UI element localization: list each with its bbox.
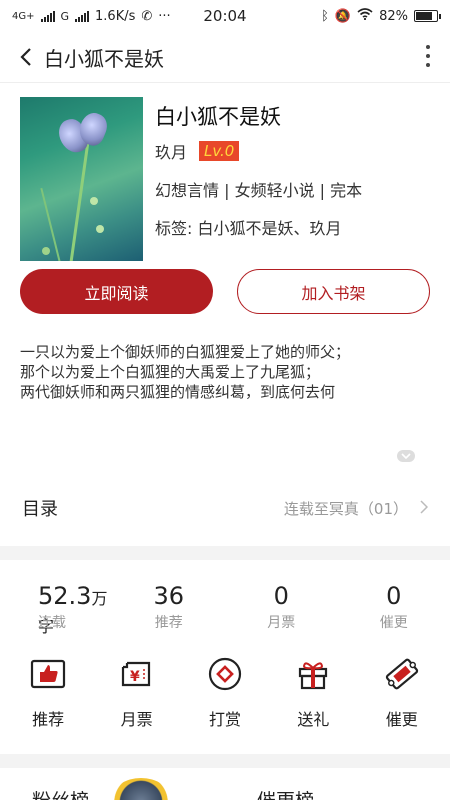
more-menu-icon[interactable] <box>426 45 430 67</box>
wifi-icon <box>357 8 373 24</box>
book-info: 白小狐不是妖 玖月 Lv.0 幻想言情 | 女频轻小说 | 完本 标签: 白小狐… <box>0 83 450 261</box>
stat-label: 连载 <box>38 615 66 631</box>
stat-value: 52.3 <box>38 582 92 610</box>
section-gap <box>0 546 450 560</box>
book-author[interactable]: 玖月 <box>155 139 187 163</box>
expand-chevron-icon[interactable] <box>397 450 415 462</box>
network-speed: 1.6K/s <box>95 8 136 24</box>
stat-words: 52.3万字 连载 <box>0 582 113 636</box>
book-description: 一只以为爱上个御妖师的白狐狸爱上了她的师父； 那个以为爱上个白狐狸的大禹爱上了九… <box>0 314 450 414</box>
action-bar: 推荐 ¥ 月票 打赏 送礼 催更 <box>0 654 450 730</box>
stat-value: 0 <box>386 582 402 610</box>
action-label: 打赏 <box>208 710 241 729</box>
add-to-shelf-button[interactable]: 加入书架 <box>237 269 430 314</box>
monthly-ticket-button[interactable]: ¥ 月票 <box>97 654 177 730</box>
action-label: 月票 <box>120 710 153 729</box>
description-line: 一只以为爱上个御妖师的白狐狸爱上了她的师父； <box>20 343 351 361</box>
rank-section: 粉丝榜 催更榜 <box>0 772 450 800</box>
battery-level <box>416 12 433 20</box>
thumbs-up-ticket-icon <box>28 654 68 694</box>
book-cover[interactable] <box>20 97 143 261</box>
back-arrow-icon[interactable] <box>14 45 38 69</box>
latest-chapter: 连载至冥真（01） <box>283 499 408 518</box>
gift-button[interactable]: 送礼 <box>273 654 353 730</box>
app-header: 白小狐不是妖 <box>0 32 450 82</box>
book-title: 白小狐不是妖 <box>155 105 281 129</box>
stat-recommend: 36 推荐 <box>113 582 226 632</box>
network-label-2: G <box>60 9 70 23</box>
urge-rank-tab[interactable]: 催更榜 <box>225 772 450 800</box>
bluetooth-icon: ᛒ <box>321 8 329 24</box>
signal-icon-2 <box>75 10 90 22</box>
toc-label: 目录 <box>22 499 58 520</box>
battery-percent: 82% <box>379 8 408 24</box>
gift-icon <box>293 654 333 694</box>
stat-value: 0 <box>273 582 289 610</box>
recommend-button[interactable]: 推荐 <box>8 654 88 730</box>
network-label: 4G+ <box>12 10 35 22</box>
reward-button[interactable]: 打赏 <box>185 654 265 730</box>
signal-icon <box>40 10 55 22</box>
table-of-contents-row[interactable]: 目录 连载至冥真（01） <box>0 482 450 534</box>
action-label: 送礼 <box>297 710 330 729</box>
description-line: 那个以为爱上个白狐狸的大禹爱上了九尾狐； <box>20 363 321 381</box>
urge-update-button[interactable]: 催更 <box>362 654 442 730</box>
more-dots-icon: ··· <box>158 8 171 24</box>
description-line: 两代御妖师和两只狐狸的情感纠葛，到底何去何 <box>20 383 336 401</box>
action-label: 催更 <box>385 710 418 729</box>
stat-urge: 0 催更 <box>338 582 450 632</box>
status-bar: 4G+ G 1.6K/s ✆ ··· 20:04 ᛒ 🔕 82% <box>0 0 450 32</box>
author-level-badge: Lv.0 <box>199 141 240 161</box>
battery-icon <box>414 10 441 22</box>
book-categories: 幻想言情 | 女频轻小说 | 完本 <box>155 181 363 200</box>
svg-text:¥: ¥ <box>130 669 140 685</box>
book-tags: 标签: 白小狐不是妖、玖月 <box>155 219 342 238</box>
urge-ticket-icon <box>382 654 422 694</box>
mute-icon: 🔕 <box>334 8 352 24</box>
chevron-right-icon <box>420 499 429 518</box>
stat-label: 催更 <box>379 615 408 631</box>
action-label: 推荐 <box>32 710 65 729</box>
yuan-ticket-icon: ¥ <box>117 654 157 694</box>
book-stats: 52.3万字 连载 36 推荐 0 月票 0 催更 <box>0 582 450 636</box>
stat-label: 月票 <box>267 615 296 631</box>
read-now-button[interactable]: 立即阅读 <box>20 269 213 314</box>
stat-value: 36 <box>153 582 185 610</box>
stat-label: 推荐 <box>154 615 183 631</box>
section-gap <box>0 754 450 768</box>
reward-coin-icon <box>205 654 245 694</box>
page-title: 白小狐不是妖 <box>44 46 164 71</box>
call-icon: ✆ <box>141 8 153 24</box>
stat-monthly-ticket: 0 月票 <box>225 582 338 632</box>
